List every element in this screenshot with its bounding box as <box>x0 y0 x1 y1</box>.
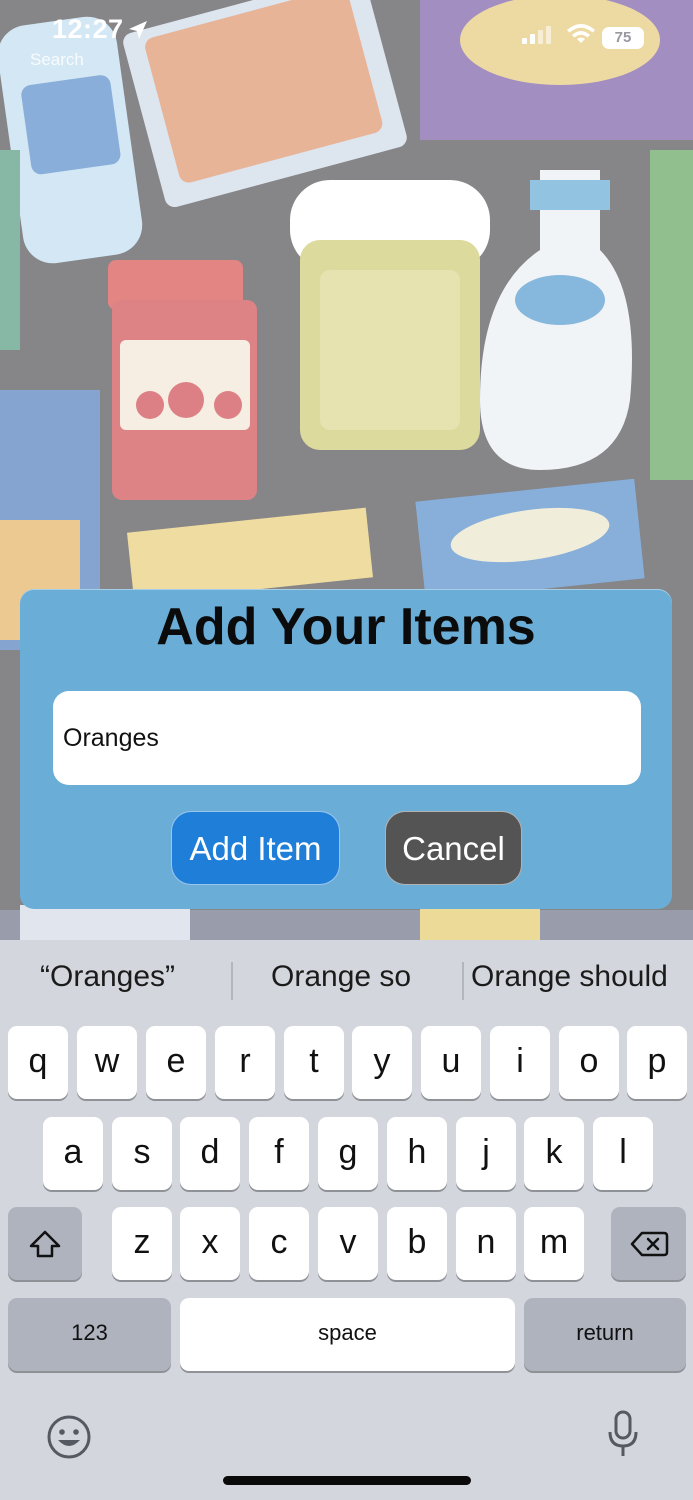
signal-icon <box>522 26 551 44</box>
key-a[interactable]: a <box>43 1117 103 1190</box>
key-u[interactable]: u <box>421 1026 481 1099</box>
battery-icon: 75 <box>602 27 644 49</box>
add-items-dialog: Add Your Items Add Item Cancel <box>20 589 672 909</box>
suggestion-2[interactable]: Orange so <box>271 960 411 994</box>
key-p[interactable]: p <box>627 1026 687 1099</box>
dialog-title: Add Your Items <box>156 598 536 656</box>
wifi-icon <box>567 24 595 43</box>
key-o[interactable]: o <box>559 1026 619 1099</box>
location-arrow-icon <box>129 21 147 39</box>
space-key[interactable]: space <box>180 1298 515 1371</box>
key-r[interactable]: r <box>215 1026 275 1099</box>
onscreen-keyboard: “Oranges” Orange so Orange should q w e … <box>0 940 693 1500</box>
key-b[interactable]: b <box>387 1207 447 1280</box>
key-c[interactable]: c <box>249 1207 309 1280</box>
home-indicator[interactable] <box>223 1476 471 1485</box>
key-g[interactable]: g <box>318 1117 378 1190</box>
key-t[interactable]: t <box>284 1026 344 1099</box>
suggestion-1[interactable]: “Oranges” <box>40 960 175 994</box>
key-i[interactable]: i <box>490 1026 550 1099</box>
back-to-app-link[interactable]: Search <box>30 50 84 70</box>
backspace-key[interactable] <box>611 1207 686 1280</box>
microphone-icon[interactable] <box>606 1410 640 1460</box>
item-name-input[interactable] <box>53 691 641 785</box>
key-q[interactable]: q <box>8 1026 68 1099</box>
key-d[interactable]: d <box>180 1117 240 1190</box>
battery-level: 75 <box>614 29 632 46</box>
emoji-icon[interactable] <box>46 1414 92 1460</box>
numbers-key[interactable]: 123 <box>8 1298 171 1371</box>
key-h[interactable]: h <box>387 1117 447 1190</box>
key-f[interactable]: f <box>249 1117 309 1190</box>
key-v[interactable]: v <box>318 1207 378 1280</box>
key-e[interactable]: e <box>146 1026 206 1099</box>
key-k[interactable]: k <box>524 1117 584 1190</box>
shift-key[interactable] <box>8 1207 82 1280</box>
key-w[interactable]: w <box>77 1026 137 1099</box>
shift-icon <box>29 1230 61 1257</box>
key-z[interactable]: z <box>112 1207 172 1280</box>
suggestion-3[interactable]: Orange should <box>471 960 668 994</box>
return-key[interactable]: return <box>524 1298 686 1371</box>
key-l[interactable]: l <box>593 1117 653 1190</box>
add-item-button[interactable]: Add Item <box>171 811 340 885</box>
cancel-button[interactable]: Cancel <box>385 811 522 885</box>
predictive-text-bar: “Oranges” Orange so Orange should <box>0 940 693 1022</box>
key-x[interactable]: x <box>180 1207 240 1280</box>
suggestion-divider <box>462 962 464 1000</box>
key-j[interactable]: j <box>456 1117 516 1190</box>
status-bar: 12:27 Search 75 <box>0 0 693 70</box>
key-n[interactable]: n <box>456 1207 516 1280</box>
backspace-icon <box>630 1231 668 1256</box>
key-y[interactable]: y <box>352 1026 412 1099</box>
suggestion-divider <box>231 962 233 1000</box>
status-time: 12:27 <box>52 14 124 44</box>
key-s[interactable]: s <box>112 1117 172 1190</box>
key-m[interactable]: m <box>524 1207 584 1280</box>
